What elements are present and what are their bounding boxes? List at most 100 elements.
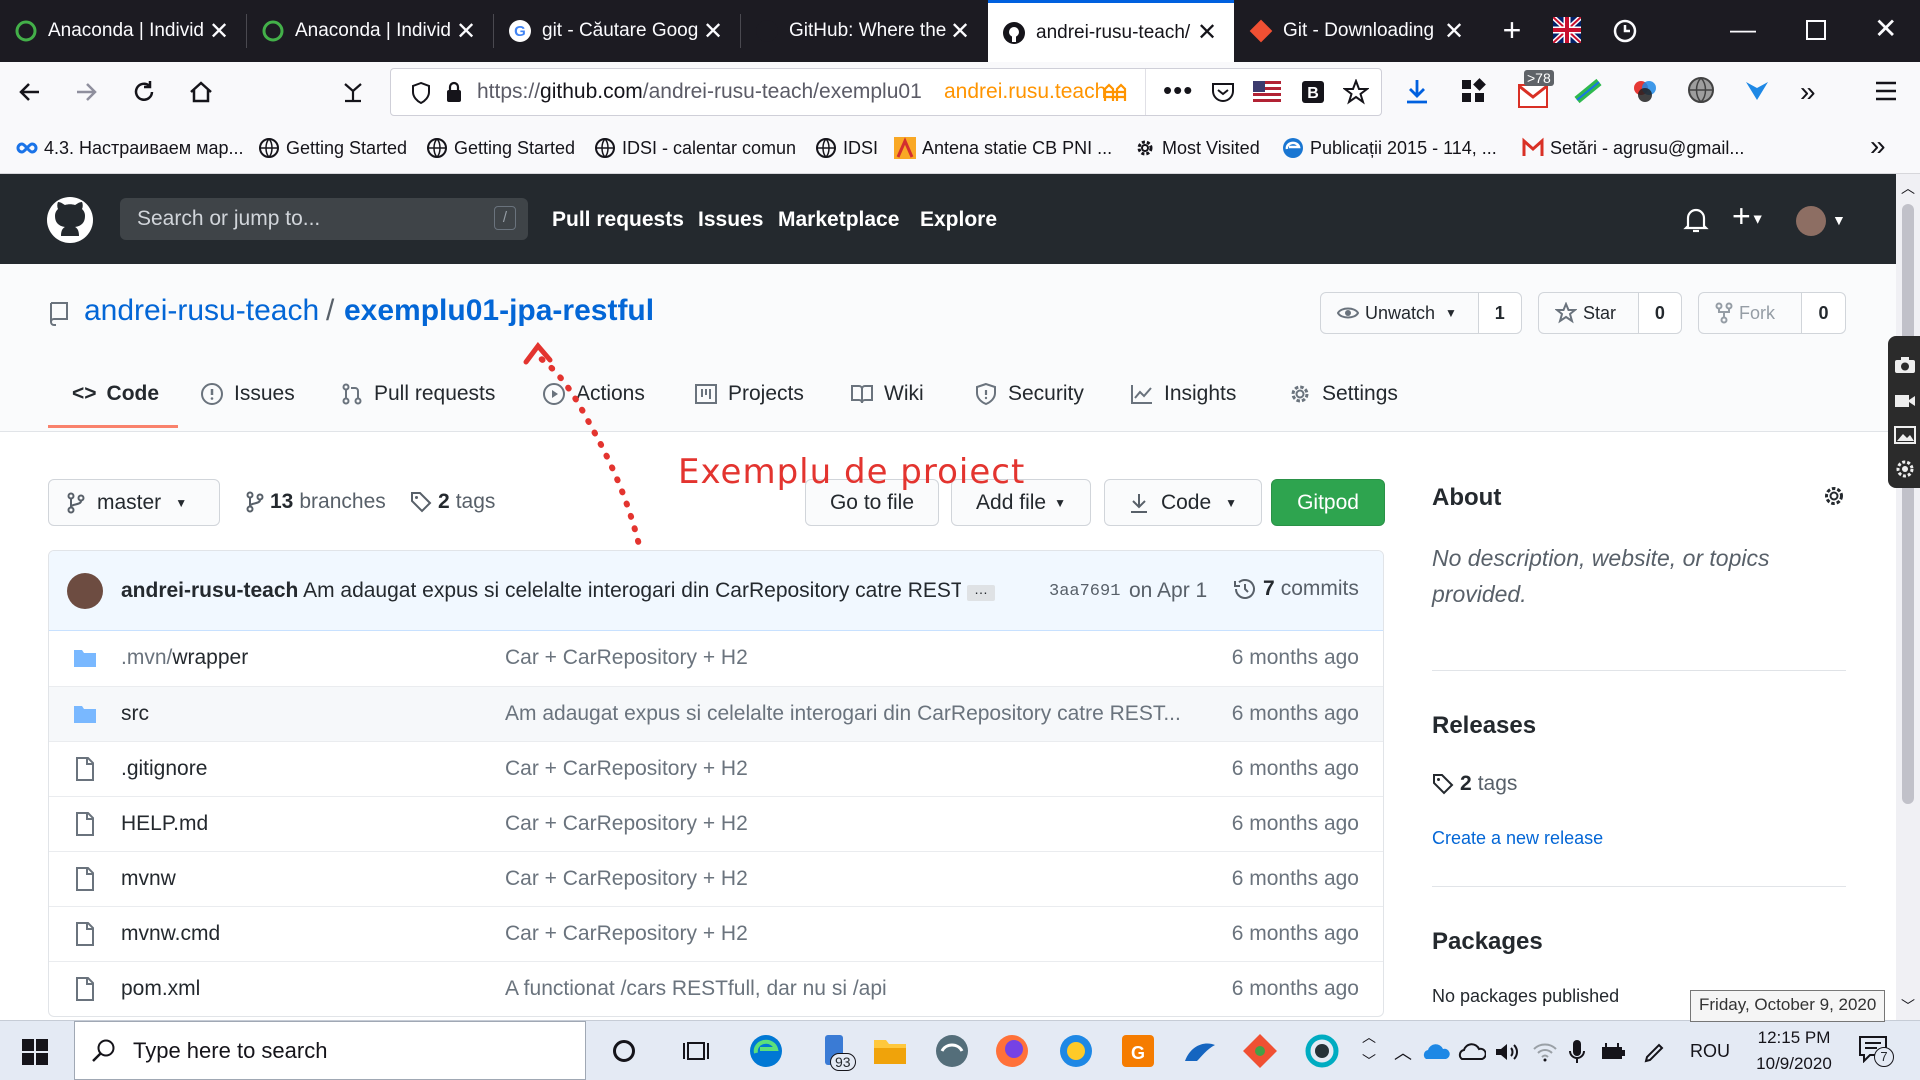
tab-settings[interactable]: Settings [1288,382,1398,428]
save-page-button[interactable] [333,72,373,112]
star-button[interactable]: Star [1539,293,1638,333]
file-commit-message[interactable]: Car + CarRepository + H2 [505,922,748,946]
tab-security[interactable]: Security [974,382,1084,428]
forward-button[interactable] [66,72,106,112]
file-name[interactable]: mvnw.cmd [121,922,220,946]
battery-plug-icon[interactable] [1600,1041,1628,1063]
table-row[interactable]: .gitignore Car + CarRepository + H2 6 mo… [49,741,1383,796]
us-flag-icon[interactable] [1253,81,1281,103]
video-icon[interactable] [1894,392,1916,410]
settings-gear-icon[interactable] [1894,458,1916,480]
show-hidden-icons-chevron[interactable]: ︿ [1394,1039,1412,1065]
file-name[interactable]: mvnw [121,867,176,891]
clock[interactable]: 12:15 PM 10/9/2020 [1744,1025,1844,1077]
table-row[interactable]: src Am adaugat expus si celelalte intero… [49,686,1383,741]
star-count[interactable]: 0 [1637,293,1681,333]
gitpod-button[interactable]: Gitpod [1271,479,1385,526]
close-icon[interactable]: ✕ [947,17,973,46]
tab-pull-requests[interactable]: Pull requests [340,382,495,428]
tab-insights[interactable]: Insights [1130,382,1236,428]
file-commit-message[interactable]: Car + CarRepository + H2 [505,812,748,836]
wifi-icon[interactable] [1532,1041,1558,1063]
bookmark-star-icon[interactable] [1343,79,1369,105]
app-ring-icon[interactable] [1302,1031,1342,1071]
gallery-icon[interactable] [1894,426,1916,444]
browser-tab[interactable]: G git - Căutare Goog ✕ [494,0,740,62]
scroll-down-icon[interactable]: ﹀ [1901,996,1915,1016]
close-icon[interactable]: ✕ [1441,17,1467,46]
gmail-extension[interactable]: >78 [1514,70,1556,112]
bookmark-item[interactable]: 4.3. Настраиваем мар... [16,134,244,162]
file-commit-message[interactable]: Car + CarRepository + H2 [505,646,748,670]
scrollbar-thumb[interactable] [1902,204,1914,804]
browser-tab-active[interactable]: andrei-rusu-teach/ ✕ [988,0,1234,62]
create-release-link[interactable]: Create a new release [1432,828,1603,849]
nav-issues[interactable]: Issues [698,208,763,232]
taskbar-scroll-arrows[interactable]: ︿ ﹀ [1362,1025,1376,1073]
page-actions-icon[interactable]: ••• [1163,75,1193,106]
tags-link[interactable]: 2 tags [410,490,495,514]
reader-b-icon[interactable]: B [1301,80,1325,104]
input-language[interactable]: ROU [1690,1041,1730,1062]
tab-code[interactable]: <> Code [48,382,178,428]
file-name[interactable]: src [121,702,149,726]
close-icon[interactable]: ✕ [453,17,479,46]
table-row[interactable]: .mvn/wrapper Car + CarRepository + H2 6 … [49,631,1383,686]
bookmark-item[interactable]: Getting Started [426,134,575,162]
cloud-outline-icon[interactable] [1458,1043,1486,1061]
commit-author-avatar[interactable] [67,573,103,609]
table-row[interactable]: HELP.md Car + CarRepository + H2 6 month… [49,796,1383,851]
repo-name-link[interactable]: exemplu01-jpa-restful [344,294,654,328]
bookmark-item[interactable]: IDSI [815,134,878,162]
file-commit-message[interactable]: Car + CarRepository + H2 [505,757,748,781]
table-row[interactable]: mvnw.cmd Car + CarRepository + H2 6 mont… [49,906,1383,961]
file-name[interactable]: .gitignore [121,757,207,781]
avatar-dropdown-caret-icon[interactable]: ▼ [1832,212,1846,228]
pocket-icon[interactable] [1211,81,1235,103]
create-new-plus-icon[interactable]: +▼ [1732,198,1765,235]
home-button[interactable] [181,72,221,112]
file-name[interactable]: HELP.md [121,812,208,836]
file-commit-message[interactable]: Car + CarRepository + H2 [505,867,748,891]
git-gui-icon[interactable] [1240,1031,1280,1071]
reload-button[interactable] [124,72,164,112]
file-explorer-icon[interactable] [870,1031,910,1071]
bookmark-item[interactable]: Getting Started [258,134,407,162]
window-close-icon[interactable]: ✕ [1874,12,1897,45]
branch-select-button[interactable]: master ▼ [48,479,220,526]
packages-heading[interactable]: Packages [1432,928,1543,956]
file-name[interactable]: .mvn/wrapper [121,646,248,670]
bookmark-item[interactable]: Setări - agrusu@gmail... [1522,134,1744,162]
tab-wiki[interactable]: Wiki [850,382,924,428]
bookmark-item[interactable]: Most Visited [1134,134,1260,162]
fork-button[interactable]: Fork [1699,293,1801,333]
download-icon[interactable] [1404,78,1430,106]
overflow-chevron-icon[interactable]: » [1800,76,1816,108]
expand-commit-ellipsis-button[interactable]: … [967,582,995,601]
volume-icon[interactable] [1494,1041,1520,1063]
table-row[interactable]: pom.xml A functionat /cars RESTfull, dar… [49,961,1383,1016]
browser-tab[interactable]: Git - Downloading ✕ [1235,0,1481,62]
action-center-button[interactable]: 7 [1858,1035,1894,1071]
browser-tab[interactable]: GitHub: Where the ✕ [741,0,987,62]
commit-sha[interactable]: 3aa7691 [1049,582,1120,601]
microphone-icon[interactable] [1568,1039,1586,1065]
page-scrollbar[interactable]: ︿ ﹀ [1896,174,1920,1020]
unwatch-button[interactable]: Unwatch ▼ [1321,293,1478,333]
file-name[interactable]: pom.xml [121,977,200,1001]
releases-heading[interactable]: Releases [1432,712,1536,740]
onedrive-cloud-icon[interactable] [1422,1043,1450,1061]
app-compass-icon[interactable] [1056,1031,1096,1071]
github-search-input[interactable]: Search or jump to... / [120,198,528,240]
taskbar-search-input[interactable]: Type here to search [74,1021,586,1080]
url-bar[interactable]: https://github.com/andrei-rusu-teach/exe… [390,68,1382,116]
github-logo-icon[interactable] [46,196,94,244]
close-icon[interactable]: ✕ [700,17,726,46]
container-label[interactable]: andrei.rusu.teach [944,80,1106,104]
bookmark-item[interactable]: Antena statie CB PNI ... [894,134,1112,162]
timer-icon[interactable] [1611,16,1639,44]
hamburger-menu-icon[interactable] [1874,80,1898,102]
releases-tags-link[interactable]: 2 tags [1432,772,1517,796]
evernote-extension-icon[interactable] [1573,76,1603,106]
task-view-icon[interactable] [676,1031,716,1071]
